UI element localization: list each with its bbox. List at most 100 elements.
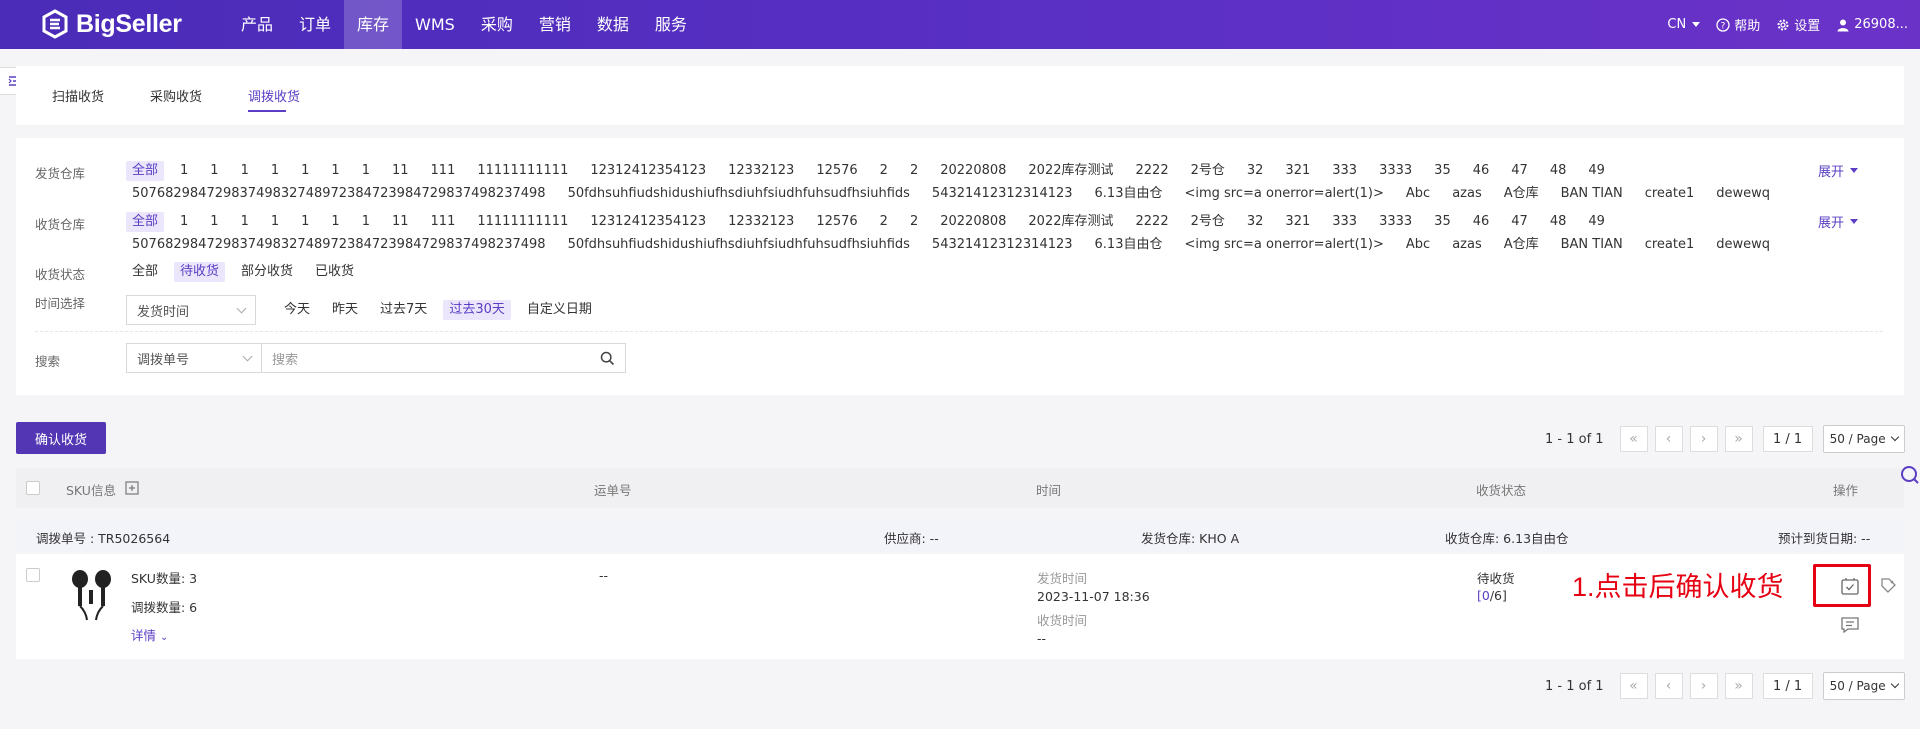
ship-warehouse-option[interactable]: 50fdhsuhfiudshidushiufhsdiuhfsiudhfuhsud…: [562, 184, 916, 204]
receive-warehouse-option[interactable]: 111: [425, 212, 462, 232]
first-page-button[interactable]: «: [1619, 426, 1648, 452]
page-indicator[interactable]: 1 / 1: [1762, 673, 1813, 699]
expand-all-icon[interactable]: [125, 481, 139, 495]
receive-warehouse-option[interactable]: Abc: [1400, 235, 1436, 255]
receive-warehouse-option[interactable]: 47: [1505, 212, 1534, 232]
status-option[interactable]: 已收货: [309, 262, 360, 282]
receive-warehouse-option[interactable]: 12312412354123: [584, 212, 712, 232]
receive-warehouse-option[interactable]: 20220808: [934, 212, 1012, 232]
page-size-select[interactable]: 50 / Page: [1822, 672, 1905, 700]
ship-warehouse-option[interactable]: 2: [874, 161, 894, 181]
receive-warehouse-option[interactable]: 1: [204, 212, 224, 232]
time-type-select[interactable]: 发货时间: [126, 295, 256, 325]
tag-icon[interactable]: [1880, 576, 1898, 594]
receive-warehouse-option[interactable]: 2222: [1130, 212, 1175, 232]
ship-warehouse-option[interactable]: 333: [1326, 161, 1363, 181]
nav-item[interactable]: 服务: [642, 0, 700, 49]
receive-warehouse-option[interactable]: 2号仓: [1185, 212, 1231, 232]
receive-warehouse-option[interactable]: 1: [356, 212, 376, 232]
receive-warehouse-option[interactable]: 1: [174, 212, 194, 232]
receive-warehouse-option[interactable]: 2022库存测试: [1022, 212, 1119, 232]
receive-warehouse-option[interactable]: BAN TIAN: [1555, 235, 1629, 255]
receive-warehouse-option[interactable]: 50fdhsuhfiudshidushiufhsdiuhfsiudhfuhsud…: [562, 235, 916, 255]
receive-warehouse-option[interactable]: 11: [386, 212, 415, 232]
ship-warehouse-option[interactable]: 46: [1467, 161, 1496, 181]
user-menu[interactable]: 26908...: [1836, 17, 1908, 32]
ship-warehouse-option[interactable]: 1: [265, 161, 285, 181]
ship-warehouse-option[interactable]: create1: [1639, 184, 1701, 204]
ship-warehouse-option[interactable]: 54321412312314123: [926, 184, 1079, 204]
nav-item[interactable]: WMS: [402, 0, 468, 49]
status-option[interactable]: 待收货: [174, 262, 226, 282]
receive-warehouse-option[interactable]: 12332123: [722, 212, 800, 232]
ship-warehouse-option[interactable]: 321: [1279, 161, 1316, 181]
receive-warehouse-option[interactable]: 46: [1467, 212, 1496, 232]
receive-warehouse-option[interactable]: A仓库: [1498, 235, 1545, 255]
receive-warehouse-option[interactable]: <img src=a onerror=alert(1)>: [1178, 235, 1389, 255]
time-option[interactable]: 昨天: [326, 300, 364, 320]
language-selector[interactable]: CN: [1667, 17, 1701, 32]
ship-warehouse-option[interactable]: 2号仓: [1185, 161, 1231, 181]
receive-warehouse-option[interactable]: 5076829847298374983274897238472398472983…: [126, 235, 552, 255]
search-input[interactable]: 搜索: [261, 343, 626, 373]
ship-warehouse-option[interactable]: 11111111111: [471, 161, 574, 181]
status-option[interactable]: 全部: [126, 262, 164, 282]
select-all-checkbox[interactable]: [26, 481, 40, 495]
ship-warehouse-option[interactable]: 3333: [1373, 161, 1418, 181]
time-option[interactable]: 今天: [278, 300, 316, 320]
ship-warehouse-option[interactable]: azas: [1446, 184, 1488, 204]
ship-warehouse-option[interactable]: <img src=a onerror=alert(1)>: [1178, 184, 1389, 204]
receive-warehouse-option[interactable]: 35: [1428, 212, 1457, 232]
nav-item[interactable]: 订单: [286, 0, 344, 49]
receive-warehouse-option[interactable]: 321: [1279, 212, 1316, 232]
ship-warehouse-option[interactable]: 1: [235, 161, 255, 181]
ship-warehouse-option[interactable]: 6.13自由仓: [1089, 184, 1169, 204]
ship-warehouse-option[interactable]: 2: [904, 161, 924, 181]
next-page-button[interactable]: ›: [1689, 673, 1718, 699]
ship-warehouse-option[interactable]: 1: [295, 161, 315, 181]
receive-warehouse-option[interactable]: 1: [235, 212, 255, 232]
settings-link[interactable]: 设置: [1776, 15, 1820, 34]
remark-icon[interactable]: [1840, 616, 1860, 634]
ship-warehouse-option[interactable]: 11: [386, 161, 415, 181]
ship-warehouse-option[interactable]: 1: [174, 161, 194, 181]
help-link[interactable]: ? 帮助: [1716, 15, 1760, 34]
receive-warehouse-option[interactable]: 12576: [810, 212, 863, 232]
ship-warehouse-option[interactable]: 32: [1241, 161, 1270, 181]
ship-warehouse-option[interactable]: A仓库: [1498, 184, 1545, 204]
details-link[interactable]: 详情 ⌄: [131, 625, 168, 644]
time-option[interactable]: 自定义日期: [521, 300, 598, 320]
last-page-button[interactable]: »: [1724, 426, 1753, 452]
ship-warehouse-option[interactable]: 1: [356, 161, 376, 181]
time-option[interactable]: 过去7天: [374, 300, 433, 320]
ship-warehouse-option[interactable]: BAN TIAN: [1555, 184, 1629, 204]
ship-warehouse-option[interactable]: 111: [425, 161, 462, 181]
receive-warehouse-option[interactable]: 11111111111: [471, 212, 574, 232]
next-page-button[interactable]: ›: [1689, 426, 1718, 452]
ship-warehouse-option[interactable]: 49: [1582, 161, 1611, 181]
tab-purchase-receiving[interactable]: 采购收货: [150, 86, 202, 105]
search-float-icon[interactable]: [1898, 464, 1920, 486]
tab-scan-receiving[interactable]: 扫描收货: [52, 86, 104, 105]
confirm-receipt-button[interactable]: 确认收货: [16, 422, 106, 454]
ship-warehouse-option[interactable]: dewewq: [1710, 184, 1776, 204]
ship-warehouse-option[interactable]: 2022库存测试: [1022, 161, 1119, 181]
ship-warehouse-option[interactable]: 20220808: [934, 161, 1012, 181]
ship-warehouse-option[interactable]: Abc: [1400, 184, 1436, 204]
nav-item[interactable]: 库存: [344, 0, 403, 49]
ship-warehouse-option[interactable]: 5076829847298374983274897238472398472983…: [126, 184, 552, 204]
prev-page-button[interactable]: ‹: [1654, 673, 1683, 699]
nav-item[interactable]: 产品: [228, 0, 286, 49]
ship-warehouse-option[interactable]: 35: [1428, 161, 1457, 181]
page-indicator[interactable]: 1 / 1: [1762, 426, 1813, 452]
receive-warehouse-option[interactable]: 54321412312314123: [926, 235, 1079, 255]
receive-warehouse-option[interactable]: 1: [295, 212, 315, 232]
receive-warehouse-option[interactable]: 6.13自由仓: [1089, 235, 1169, 255]
ship-warehouse-option[interactable]: 1: [325, 161, 345, 181]
search-icon[interactable]: [600, 351, 615, 366]
receive-warehouse-option[interactable]: azas: [1446, 235, 1488, 255]
receive-warehouse-option[interactable]: 333: [1326, 212, 1363, 232]
search-type-select[interactable]: 调拨单号: [126, 343, 262, 373]
status-option[interactable]: 部分收货: [235, 262, 299, 282]
ship-warehouse-option[interactable]: 12332123: [722, 161, 800, 181]
